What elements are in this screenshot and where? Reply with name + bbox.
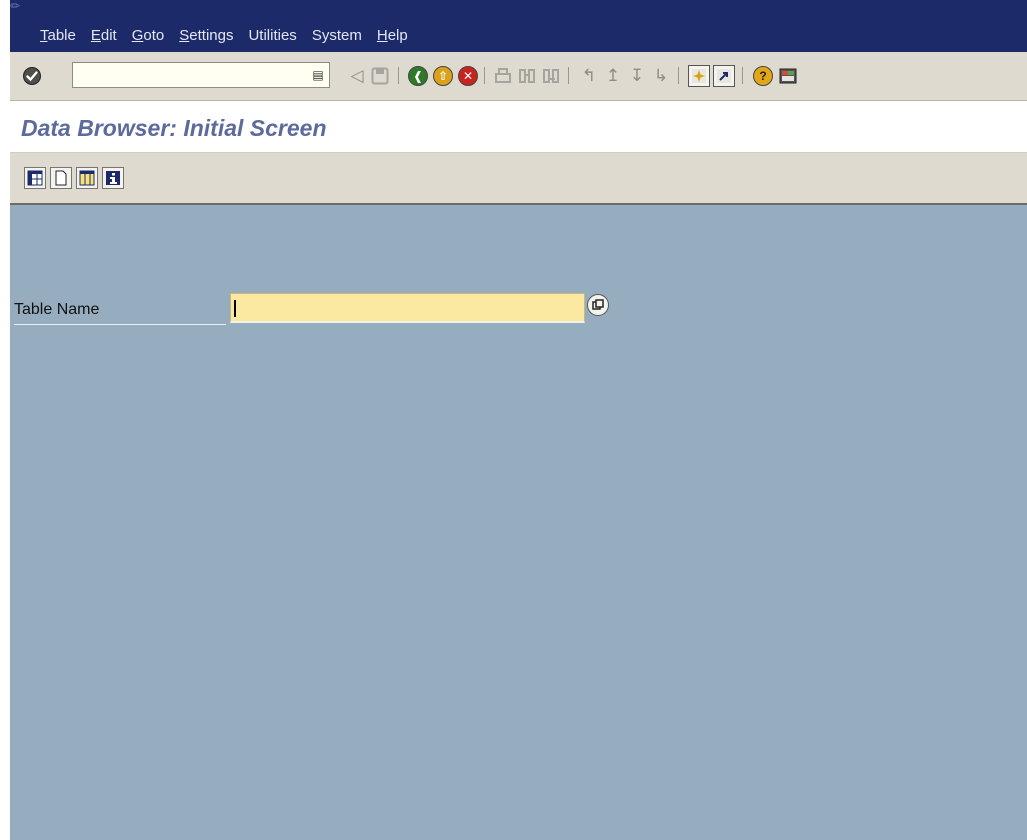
command-field[interactable]: ▤	[72, 62, 330, 88]
info-icon[interactable]	[102, 167, 124, 189]
save-icon[interactable]	[369, 65, 391, 87]
menu-table[interactable]: Table	[40, 27, 76, 47]
table-fields-icon[interactable]	[76, 167, 98, 189]
next-page-icon[interactable]: ↧	[626, 65, 648, 87]
enter-icon[interactable]	[21, 65, 43, 87]
menu-items: Table Edit Goto Settings Utilities Syste…	[40, 27, 423, 47]
sap-window: ✏ Table Edit Goto Settings Utilities Sys…	[0, 0, 1027, 840]
menu-goto[interactable]: Goto	[132, 27, 165, 47]
exit-icon[interactable]: ⇧	[432, 65, 454, 87]
page-title: Data Browser: Initial Screen	[21, 115, 327, 141]
table-contents-icon[interactable]	[24, 167, 46, 189]
find-next-icon[interactable]	[540, 65, 562, 87]
system-toolbar: ▤ ◁ ❰ ⇧ ✕ ↰ ↥ ↧ ↳ ?	[10, 52, 1027, 101]
previous-page-icon[interactable]: ↥	[602, 65, 624, 87]
title-bar: Data Browser: Initial Screen	[10, 101, 1027, 153]
table-name-input[interactable]	[230, 293, 585, 323]
shortcut-icon[interactable]	[713, 65, 735, 87]
system-menu-icon[interactable]: ✏	[10, 0, 28, 14]
window-left-border	[0, 52, 10, 840]
back-icon[interactable]: ❰	[407, 65, 429, 87]
selection-screen: Table Name	[10, 205, 1027, 840]
command-dropdown-icon[interactable]: ▤	[311, 66, 325, 84]
application-toolbar	[10, 153, 1027, 205]
layout-menu-icon[interactable]	[777, 65, 799, 87]
menu-settings[interactable]: Settings	[179, 27, 233, 47]
print-icon[interactable]	[492, 65, 514, 87]
menu-help[interactable]: Help	[377, 27, 408, 47]
last-page-icon[interactable]: ↳	[650, 65, 672, 87]
table-name-label: Table Name	[14, 298, 226, 325]
menu-edit[interactable]: Edit	[91, 27, 117, 47]
menu-utilities[interactable]: Utilities	[248, 27, 296, 47]
create-session-icon[interactable]	[688, 65, 710, 87]
help-icon[interactable]: ?	[752, 65, 774, 87]
menu-system[interactable]: System	[312, 27, 362, 47]
text-cursor	[234, 300, 236, 317]
create-entries-icon[interactable]	[50, 167, 72, 189]
cancel-icon[interactable]: ✕	[457, 65, 479, 87]
menu-bar: ✏ Table Edit Goto Settings Utilities Sys…	[10, 0, 1027, 52]
find-icon[interactable]	[516, 65, 538, 87]
search-help-icon[interactable]	[587, 294, 609, 316]
back-arrow-icon[interactable]: ◁	[346, 65, 368, 87]
first-page-icon[interactable]: ↰	[578, 65, 600, 87]
